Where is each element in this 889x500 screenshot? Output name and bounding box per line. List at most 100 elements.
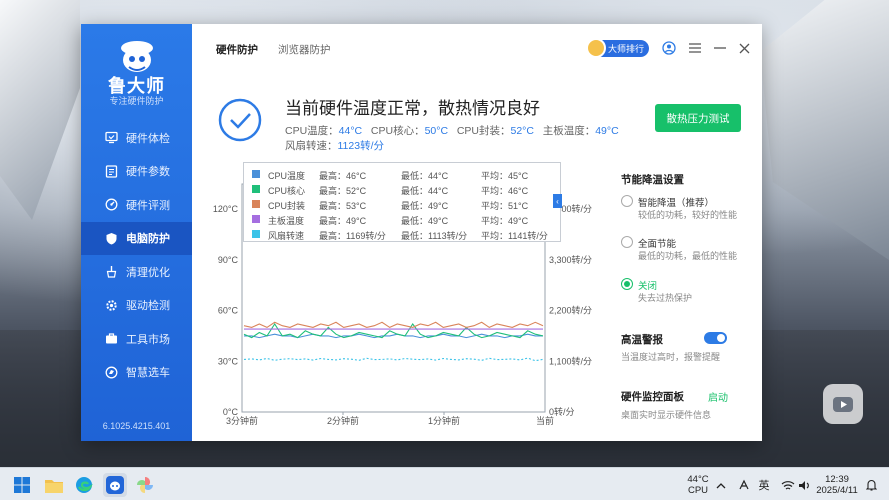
status-fan: 风扇转速：1123转/分 [285,138,384,153]
y-left-tick-label: 60°C [218,306,239,316]
tab-hardware-protection[interactable]: 硬件防护 [216,42,258,57]
legend-swatch [252,185,260,193]
input-language[interactable]: 英 [757,478,771,492]
status-ok-icon [218,98,262,142]
high-temp-alarm-toggle[interactable] [704,332,727,344]
list-icon [105,165,118,178]
legend-swatch [252,230,260,238]
briefcase-icon [105,332,118,345]
status-value: 52°C [510,125,534,137]
tray-temp-label: CPU [687,485,709,496]
sidebar-item-tool-market[interactable]: 工具市场 [81,322,192,356]
sidebar-item-driver-detect[interactable]: 驱动检测 [81,289,192,323]
option-label: 智能降温（推荐） [638,198,715,209]
rank-avatar-icon [586,38,606,58]
sidebar-item-label: 硬件体检 [126,132,170,145]
status-value: 49°C [595,125,619,137]
top-tabs: 硬件防护 浏览器防护 [216,42,331,57]
radio-off[interactable] [621,278,633,290]
legend-row: 主板温度 最高：49°C 最低：49°C 平均：49°C [244,212,562,227]
cpu-temp-tray[interactable]: 44°C CPU [686,474,710,496]
brand-slogan: 专注硬件防护 [109,96,164,106]
option-desc: 最低的功耗，最低的性能 [638,251,738,261]
monitor-start-link[interactable]: 启动 [708,389,728,404]
legend-avg: 平均：51°C [481,201,529,211]
legend-swatch [252,200,260,208]
start-icon[interactable] [10,473,34,497]
radio-smart-cooling[interactable] [621,195,633,207]
desktop-video-app-icon[interactable] [823,384,863,424]
sidebar-item-smart-car[interactable]: 智慧选车 [81,356,192,390]
option-label: 全面节能 [638,239,677,250]
y-right-tick-label: 3,300转/分 [549,254,592,265]
file-explorer-icon[interactable] [42,473,66,497]
legend-swatch [252,215,260,223]
option-label: 关闭 [638,281,658,292]
status-label: CPU核心： [370,125,425,137]
legend-collapse-icon[interactable]: ‹ [553,194,562,208]
wallpaper-mountain-left [0,0,80,220]
legend-name: CPU温度 [268,171,306,181]
legend-min: 最低：44°C [401,171,449,181]
status-temps: CPU温度：44°C CPU核心：50°C CPU封装：52°C 主板温度：49… [285,123,619,138]
notification-bell-icon[interactable] [864,478,878,492]
wifi-icon[interactable] [781,478,795,492]
x-tick-label: 2分钟前 [327,415,359,426]
legend-avg: 平均：1141转/分 [481,231,548,241]
radio-full-saving[interactable] [621,236,633,248]
stress-test-button[interactable]: 散热压力测试 [655,104,741,132]
sidebar-item-label: 智慧选车 [126,367,170,380]
legend-row: CPU温度 最高：46°C 最低：44°C 平均：45°C [244,167,562,182]
minimize-icon[interactable] [712,40,728,56]
master-rank-button[interactable]: 大师排行 [586,38,649,58]
status-label: 主板温度： [542,125,596,137]
speedometer-icon [105,198,118,211]
sidebar-item-label: 驱动检测 [126,300,170,313]
legend-name: 风扇转速 [268,231,305,241]
x-tick-label: 3分钟前 [226,415,258,426]
legend-max: 最高：1169转/分 [319,231,386,241]
monitor-panel-title: 硬件监控面板 [621,391,684,403]
tray-temp-value: 44°C [687,474,709,485]
status-label: 风扇转速： [285,140,338,152]
menu-icon[interactable] [687,40,703,56]
x-tick-label: 当前 [536,415,554,426]
chevron-up-icon[interactable] [714,478,728,492]
sidebar-item-label: 硬件评测 [126,199,170,212]
legend-min: 最低：1113转/分 [401,231,468,241]
legend-name: CPU封装 [268,201,306,211]
sidebar-item-hardware-params[interactable]: 硬件参数 [81,155,192,189]
sidebar-item-label: 工具市场 [126,333,170,346]
speaker-icon[interactable] [797,478,811,492]
status-label: CPU温度： [285,125,339,137]
status-value: 50°C [424,125,449,137]
sidebar-item-label: 电脑防护 [126,233,170,246]
pinwheel-app-icon[interactable] [133,473,157,497]
legend-row: CPU核心 最高：52°C 最低：44°C 平均：46°C [244,182,562,197]
ludashi-taskbar-icon[interactable] [103,473,127,497]
sidebar-item-pc-protection[interactable]: 电脑防护 [81,221,192,255]
ime-mode-icon[interactable] [737,478,751,492]
taskbar: 44°C CPU 英 12:39 2025/4/11 [0,467,889,500]
rank-button-label: 大师排行 [608,44,645,54]
edge-browser-icon[interactable] [72,473,96,497]
user-icon[interactable] [661,40,677,56]
legend-avg: 平均：45°C [481,171,529,181]
sidebar-item-hardware-benchmark[interactable]: 硬件评测 [81,188,192,222]
status-value: 1123转/分 [337,140,385,152]
sidebar-nav: 硬件体检 硬件参数 硬件评测 电脑防护 清理优化 驱动检测 工具市场 智慧选车 [81,121,192,389]
tab-browser-protection[interactable]: 浏览器防护 [278,42,331,57]
sidebar-item-hardware-check[interactable]: 硬件体检 [81,121,192,155]
close-icon[interactable] [736,40,752,56]
monitor-desc: 桌面实时显示硬件信息 [621,410,712,420]
legend-name: CPU核心 [268,186,306,196]
status-title: 当前硬件温度正常，散热情况良好 [285,99,540,118]
clock[interactable]: 12:39 2025/4/11 [816,474,858,496]
option-desc: 失去过热保护 [638,293,693,303]
sidebar-item-clean-optimize[interactable]: 清理优化 [81,255,192,289]
legend-name: 主板温度 [268,216,305,226]
y-left-tick-label: 30°C [218,356,239,366]
sidebar-item-label: 硬件参数 [126,166,170,179]
sidebar: 鲁大师 专注硬件防护 硬件体检 硬件参数 硬件评测 电脑防护 清理优化 驱动检测… [81,24,192,441]
clock-date: 2025/4/11 [816,485,858,496]
